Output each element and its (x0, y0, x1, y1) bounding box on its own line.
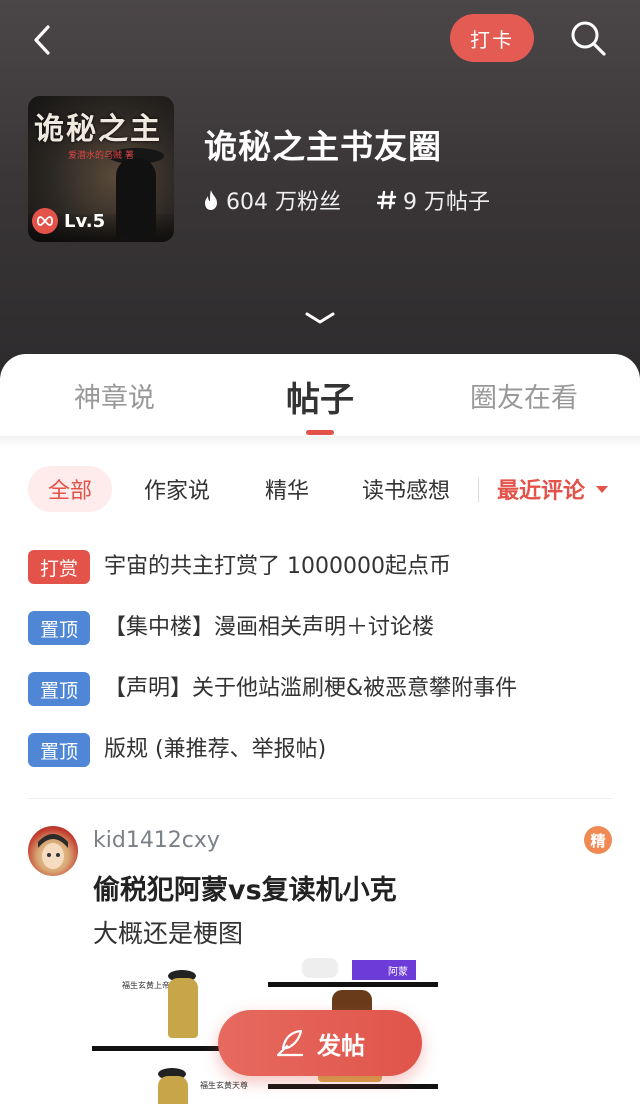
pinned-item[interactable]: 置顶 版规 (兼推荐、举报帖) (28, 733, 628, 794)
pinned-item[interactable]: 置顶 【声明】关于他站滥刷梗&被恶意攀附事件 (28, 672, 628, 733)
filter-divider (478, 478, 479, 502)
image-figure (158, 1076, 188, 1104)
section-divider (28, 798, 612, 799)
filter-bar: 全部 作家说 精华 读书感想 最近评论 (0, 458, 640, 518)
pinned-text: 宇宙的共主打赏了 1000000起点币 (104, 554, 451, 579)
filter-essence[interactable]: 精华 (265, 466, 309, 512)
tab-indicator (306, 430, 334, 435)
new-post-button[interactable]: 发帖 (218, 1010, 422, 1076)
page-title: 诡秘之主书友圈 (204, 127, 442, 166)
pinned-tag: 置顶 (28, 611, 90, 645)
post-author[interactable]: kid1412cxy (93, 828, 220, 853)
pinned-text: 【集中楼】漫画相关声明＋讨论楼 (104, 615, 435, 640)
search-icon (571, 21, 606, 56)
pinned-item[interactable]: 打赏 宇宙的共主打赏了 1000000起点币 (28, 550, 628, 611)
avatar-art (38, 834, 68, 869)
reward-tag: 打赏 (28, 550, 90, 584)
post-body[interactable]: 大概还是梗图 (93, 914, 243, 950)
tab-posts[interactable]: 帖子 (286, 372, 354, 421)
pinned-item[interactable]: 置顶 【集中楼】漫画相关声明＋讨论楼 (28, 611, 628, 672)
flame-icon (205, 190, 217, 210)
tab-friends-watching[interactable]: 圈友在看 (470, 376, 578, 415)
new-post-label: 发帖 (317, 1031, 365, 1060)
posts-count: 9 万帖子 (403, 190, 490, 215)
hashtag-icon (377, 190, 397, 210)
expand-header-button[interactable] (302, 306, 338, 330)
image-panel-line (268, 982, 438, 987)
cover-title: 诡秘之主 (34, 112, 162, 147)
image-caption: 福生玄黄天尊 (200, 1081, 248, 1090)
image-face (302, 958, 338, 978)
essence-badge: 精 (584, 826, 612, 854)
circle-stats: 604 万粉丝 9 万帖子 (202, 184, 526, 216)
pinned-tag: 置顶 (28, 672, 90, 706)
cover-subtitle: 爱潜水的乌贼 著 (68, 151, 134, 161)
content-card: 神章说 帖子 圈友在看 全部 作家说 精华 读书感想 最近评论 打赏 宇宙的共主… (0, 354, 640, 1104)
filter-all[interactable]: 全部 (28, 466, 113, 512)
filter-author-says[interactable]: 作家说 (144, 466, 210, 512)
chevron-down-icon (305, 312, 335, 324)
caret-down-icon (596, 486, 609, 493)
level-badge: Lv.5 (32, 208, 105, 234)
circle-header: 打卡 诡秘之主 爱潜水的乌贼 著 Lv.5 诡秘之主书友圈 604 万粉丝 9 … (0, 0, 640, 400)
level-label: Lv.5 (64, 210, 106, 232)
pinned-text: 版规 (兼推荐、举报帖) (104, 737, 327, 762)
fans-stat: 604 万粉丝 (202, 184, 341, 216)
avatar[interactable] (28, 826, 78, 876)
checkin-button[interactable]: 打卡 (450, 14, 534, 62)
post-title[interactable]: 偷税犯阿蒙vs复读机小克 (93, 868, 397, 907)
fans-count: 604 万粉丝 (226, 190, 341, 215)
chevron-left-icon (34, 25, 50, 55)
posts-stat: 9 万帖子 (377, 184, 490, 216)
search-button[interactable] (566, 16, 610, 60)
pinned-text: 【声明】关于他站滥刷梗&被恶意攀附事件 (104, 676, 518, 701)
filter-reading-thoughts[interactable]: 读书感想 (362, 466, 450, 512)
image-tag: 阿蒙 (352, 960, 416, 980)
tab-divider (0, 436, 640, 448)
pinned-list: 打赏 宇宙的共主打赏了 1000000起点币 置顶 【集中楼】漫画相关声明＋讨论… (28, 550, 628, 794)
tab-shenzhang[interactable]: 神章说 (74, 376, 155, 415)
book-cover[interactable]: 诡秘之主 爱潜水的乌贼 著 Lv.5 (28, 96, 174, 242)
quill-icon (276, 1029, 304, 1057)
image-panel-line (268, 1084, 438, 1089)
back-button[interactable] (22, 20, 62, 60)
image-figure (168, 978, 198, 1038)
sort-label: 最近评论 (497, 479, 586, 504)
pinned-tag: 置顶 (28, 733, 90, 767)
image-caption: 福生玄黄上帝 (122, 981, 170, 990)
sort-dropdown[interactable]: 最近评论 (497, 466, 609, 512)
tab-bar: 神章说 帖子 圈友在看 (0, 354, 640, 438)
cover-figure (116, 158, 156, 238)
infinity-icon (32, 208, 58, 234)
